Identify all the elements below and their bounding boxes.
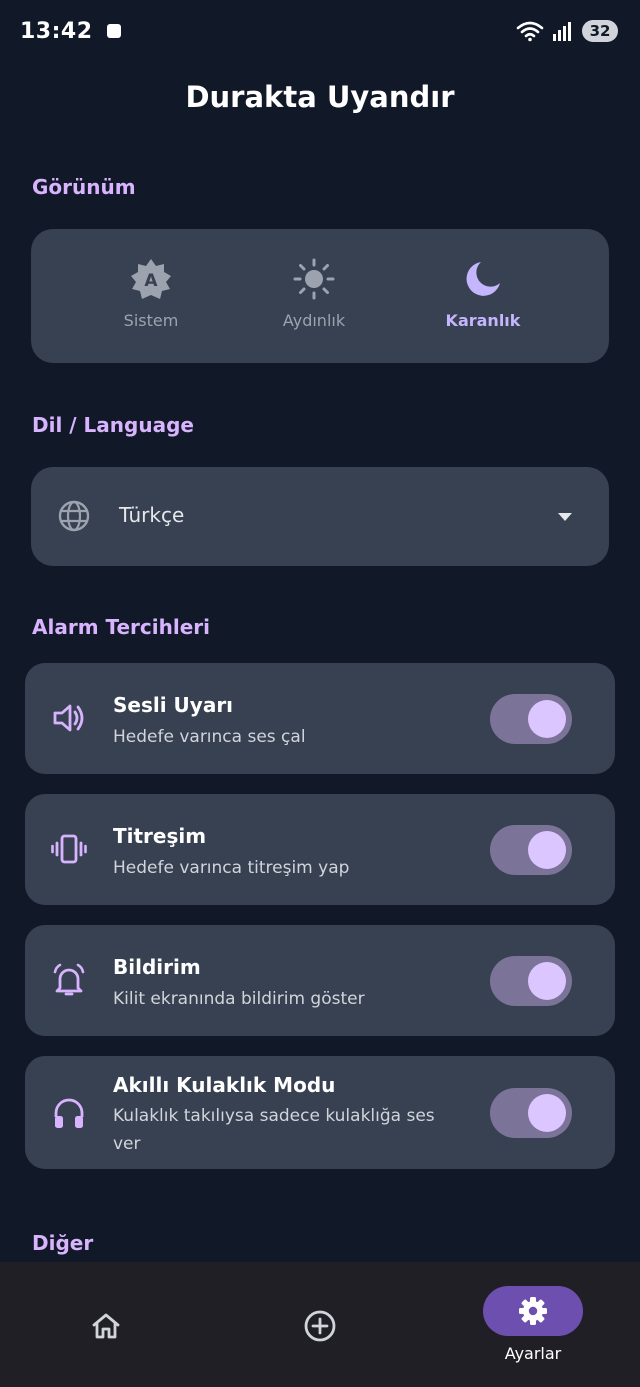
- pref-title-headphones: Akıllı Kulaklık Modu: [113, 1073, 336, 1097]
- globe-icon: [58, 500, 90, 532]
- pref-desc-notification: Kilit ekranında bildirim göster: [113, 989, 365, 1009]
- language-dropdown[interactable]: Türkçe: [31, 467, 609, 566]
- sun-icon: [293, 258, 335, 300]
- language-value: Türkçe: [119, 503, 185, 527]
- status-time: 13:42: [20, 18, 93, 44]
- nav-home[interactable]: [51, 1286, 161, 1382]
- pref-desc-vibration: Hedefe varınca titreşim yap: [113, 858, 350, 878]
- brightness-auto-icon: A: [131, 259, 171, 299]
- volume-icon: [53, 704, 84, 732]
- theme-label-dark: Karanlık: [445, 311, 521, 330]
- toggle-vibration[interactable]: [490, 825, 572, 875]
- headphones-icon: [54, 1098, 84, 1128]
- chevron-down-icon: [558, 513, 572, 521]
- alarm-prefs-section-title: Alarm Tercihleri: [32, 615, 210, 639]
- toggle-knob: [528, 962, 566, 1000]
- svg-text:A: A: [144, 271, 158, 291]
- home-icon: [92, 1313, 120, 1339]
- theme-option-system[interactable]: A Sistem: [81, 257, 221, 337]
- pref-card-vibration: Titreşim Hedefe varınca titreşim yap: [25, 794, 615, 905]
- pref-title-sound: Sesli Uyarı: [113, 693, 234, 717]
- pref-card-sound: Sesli Uyarı Hedefe varınca ses çal: [25, 663, 615, 774]
- pref-desc-headphones: Kulaklık takılıysa sadece kulaklığa ses …: [113, 1106, 435, 1154]
- pref-card-notification: Bildirim Kilit ekranında bildirim göster: [25, 925, 615, 1036]
- language-section-title: Dil / Language: [32, 413, 194, 437]
- status-left: 13:42: [20, 19, 121, 44]
- status-bar: 13:42 32: [0, 0, 640, 62]
- theme-label-system: Sistem: [123, 311, 179, 330]
- moon-icon: [466, 262, 500, 296]
- theme-option-light[interactable]: Aydınlık: [244, 257, 384, 337]
- gear-icon: [519, 1297, 547, 1325]
- bottom-nav: Ayarlar: [0, 1262, 640, 1387]
- add-circle-icon: [304, 1310, 336, 1342]
- theme-option-dark[interactable]: Karanlık: [413, 257, 553, 337]
- theme-label-light: Aydınlık: [282, 311, 346, 330]
- pref-title-notification: Bildirim: [113, 955, 201, 979]
- page-title: Durakta Uyandır: [185, 80, 455, 114]
- pref-desc-sound: Hedefe varınca ses çal: [113, 727, 306, 747]
- toggle-headphones[interactable]: [490, 1088, 572, 1138]
- nav-add[interactable]: [265, 1286, 375, 1382]
- toggle-knob: [528, 831, 566, 869]
- nav-settings[interactable]: [483, 1286, 583, 1336]
- pref-card-headphones: Akıllı Kulaklık Modu Kulaklık takılıysa …: [25, 1056, 615, 1169]
- theme-selector: A Sistem Aydınlık Karanlık: [31, 229, 609, 363]
- battery-icon: 32: [582, 20, 618, 42]
- toggle-notification[interactable]: [490, 956, 572, 1006]
- wifi-icon: [516, 21, 544, 42]
- notification-icon: [106, 24, 121, 38]
- toggle-knob: [528, 700, 566, 738]
- other-section-title: Diğer: [32, 1231, 94, 1255]
- nav-settings-label: Ayarlar: [504, 1344, 562, 1363]
- signal-icon: [553, 22, 571, 41]
- pref-title-vibration: Titreşim: [113, 824, 207, 848]
- appearance-section-title: Görünüm: [32, 175, 136, 199]
- toggle-knob: [528, 1094, 566, 1132]
- alarm-bell-icon: [53, 963, 85, 996]
- vibration-icon: [51, 834, 87, 864]
- status-right: 32: [516, 20, 618, 42]
- toggle-sound[interactable]: [490, 694, 572, 744]
